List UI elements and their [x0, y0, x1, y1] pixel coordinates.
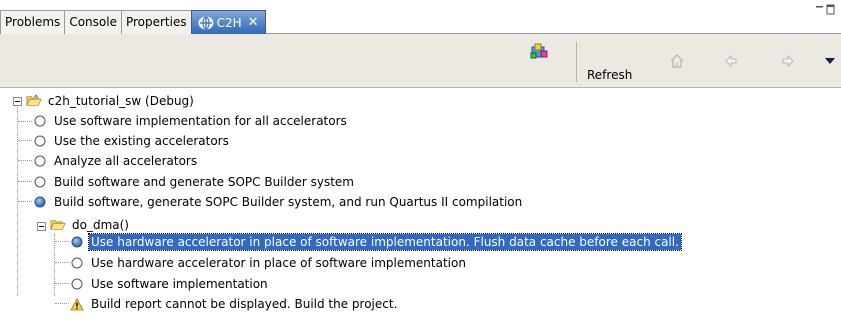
list-item[interactable]: Use hardware accelerator in place of sof… — [69, 232, 682, 252]
tree-connector — [18, 201, 32, 202]
c2h-toolbar: Refresh — [0, 34, 841, 88]
view-tab-bar: Problems Console Properties C2H ✕ — [0, 0, 841, 34]
list-item[interactable]: Use software implementation — [69, 274, 270, 294]
radio-on-icon[interactable] — [69, 234, 85, 250]
list-item[interactable]: Use hardware accelerator in place of sof… — [69, 253, 468, 273]
forward-arrow-icon[interactable] — [779, 52, 797, 70]
refresh-button[interactable]: Refresh — [587, 68, 632, 82]
tab-strip: Problems Console Properties C2H ✕ — [0, 10, 266, 34]
tab-c2h-label: C2H — [216, 15, 242, 30]
option-label: Use software implementation — [91, 277, 268, 291]
radio-off-icon[interactable] — [69, 276, 85, 292]
tree-connector — [55, 303, 69, 304]
warning-message: Build report cannot be displayed. Build … — [91, 297, 398, 311]
tree-connector — [18, 181, 32, 182]
list-item: Build report cannot be displayed. Build … — [69, 294, 399, 314]
build-icon[interactable] — [528, 40, 550, 62]
tab-c2h[interactable]: C2H ✕ — [190, 10, 266, 34]
list-item[interactable]: Analyze all accelerators — [32, 151, 199, 171]
tree-root-node[interactable]: c2h_tutorial_sw (Debug) — [26, 91, 196, 111]
option-label-selected: Use hardware accelerator in place of sof… — [88, 233, 682, 251]
close-icon[interactable]: ✕ — [248, 12, 259, 34]
open-folder-icon — [26, 93, 42, 109]
option-label: Use hardware accelerator in place of sof… — [91, 256, 466, 270]
collapse-function-icon[interactable] — [37, 222, 46, 231]
radio-off-icon[interactable] — [32, 174, 48, 190]
option-label: Use the existing accelerators — [54, 134, 229, 148]
option-label: Use software implementation for all acce… — [54, 114, 347, 128]
option-label: Build software and generate SOPC Builder… — [54, 175, 354, 189]
tab-problems[interactable]: Problems — [0, 10, 66, 34]
option-label: Analyze all accelerators — [54, 154, 198, 168]
radio-off-icon[interactable] — [32, 133, 48, 149]
c2h-tree: c2h_tutorial_sw (Debug) Use software imp… — [0, 88, 841, 329]
tab-console-label: Console — [69, 15, 117, 29]
tree-connector — [54, 234, 55, 296]
radio-off-icon[interactable] — [69, 255, 85, 271]
open-folder-icon — [50, 217, 66, 233]
list-item[interactable]: Build software, generate SOPC Builder sy… — [32, 192, 524, 212]
radio-on-icon[interactable] — [32, 194, 48, 210]
list-item[interactable]: Build software and generate SOPC Builder… — [32, 172, 356, 192]
tab-properties-label: Properties — [125, 15, 187, 29]
minimize-maximize-icon[interactable] — [815, 4, 835, 16]
tree-connector — [18, 140, 32, 141]
warning-icon — [69, 296, 85, 312]
home-icon[interactable] — [668, 52, 686, 70]
tree-connector — [18, 160, 32, 161]
toolbar-separator — [576, 42, 577, 82]
tab-console[interactable]: Console — [64, 10, 122, 34]
function-name: do_dma() — [72, 218, 129, 232]
tree-connector — [17, 104, 18, 296]
view-menu-icon[interactable] — [822, 54, 838, 68]
list-item[interactable]: Use software implementation for all acce… — [32, 111, 349, 131]
option-label: Build software, generate SOPC Builder sy… — [54, 195, 523, 209]
back-arrow-icon[interactable] — [722, 52, 740, 70]
c2h-icon — [198, 16, 214, 30]
radio-off-icon[interactable] — [32, 113, 48, 129]
list-item[interactable]: Use the existing accelerators — [32, 131, 231, 151]
tree-connector — [55, 262, 69, 263]
collapse-root-icon[interactable] — [13, 97, 22, 106]
radio-off-icon[interactable] — [32, 153, 48, 169]
tree-connector — [18, 121, 32, 122]
tree-connector — [55, 241, 69, 242]
tree-connector — [55, 283, 69, 284]
tab-properties[interactable]: Properties — [120, 10, 192, 34]
project-name: c2h_tutorial_sw (Debug) — [48, 94, 194, 108]
tab-problems-label: Problems — [5, 15, 61, 29]
